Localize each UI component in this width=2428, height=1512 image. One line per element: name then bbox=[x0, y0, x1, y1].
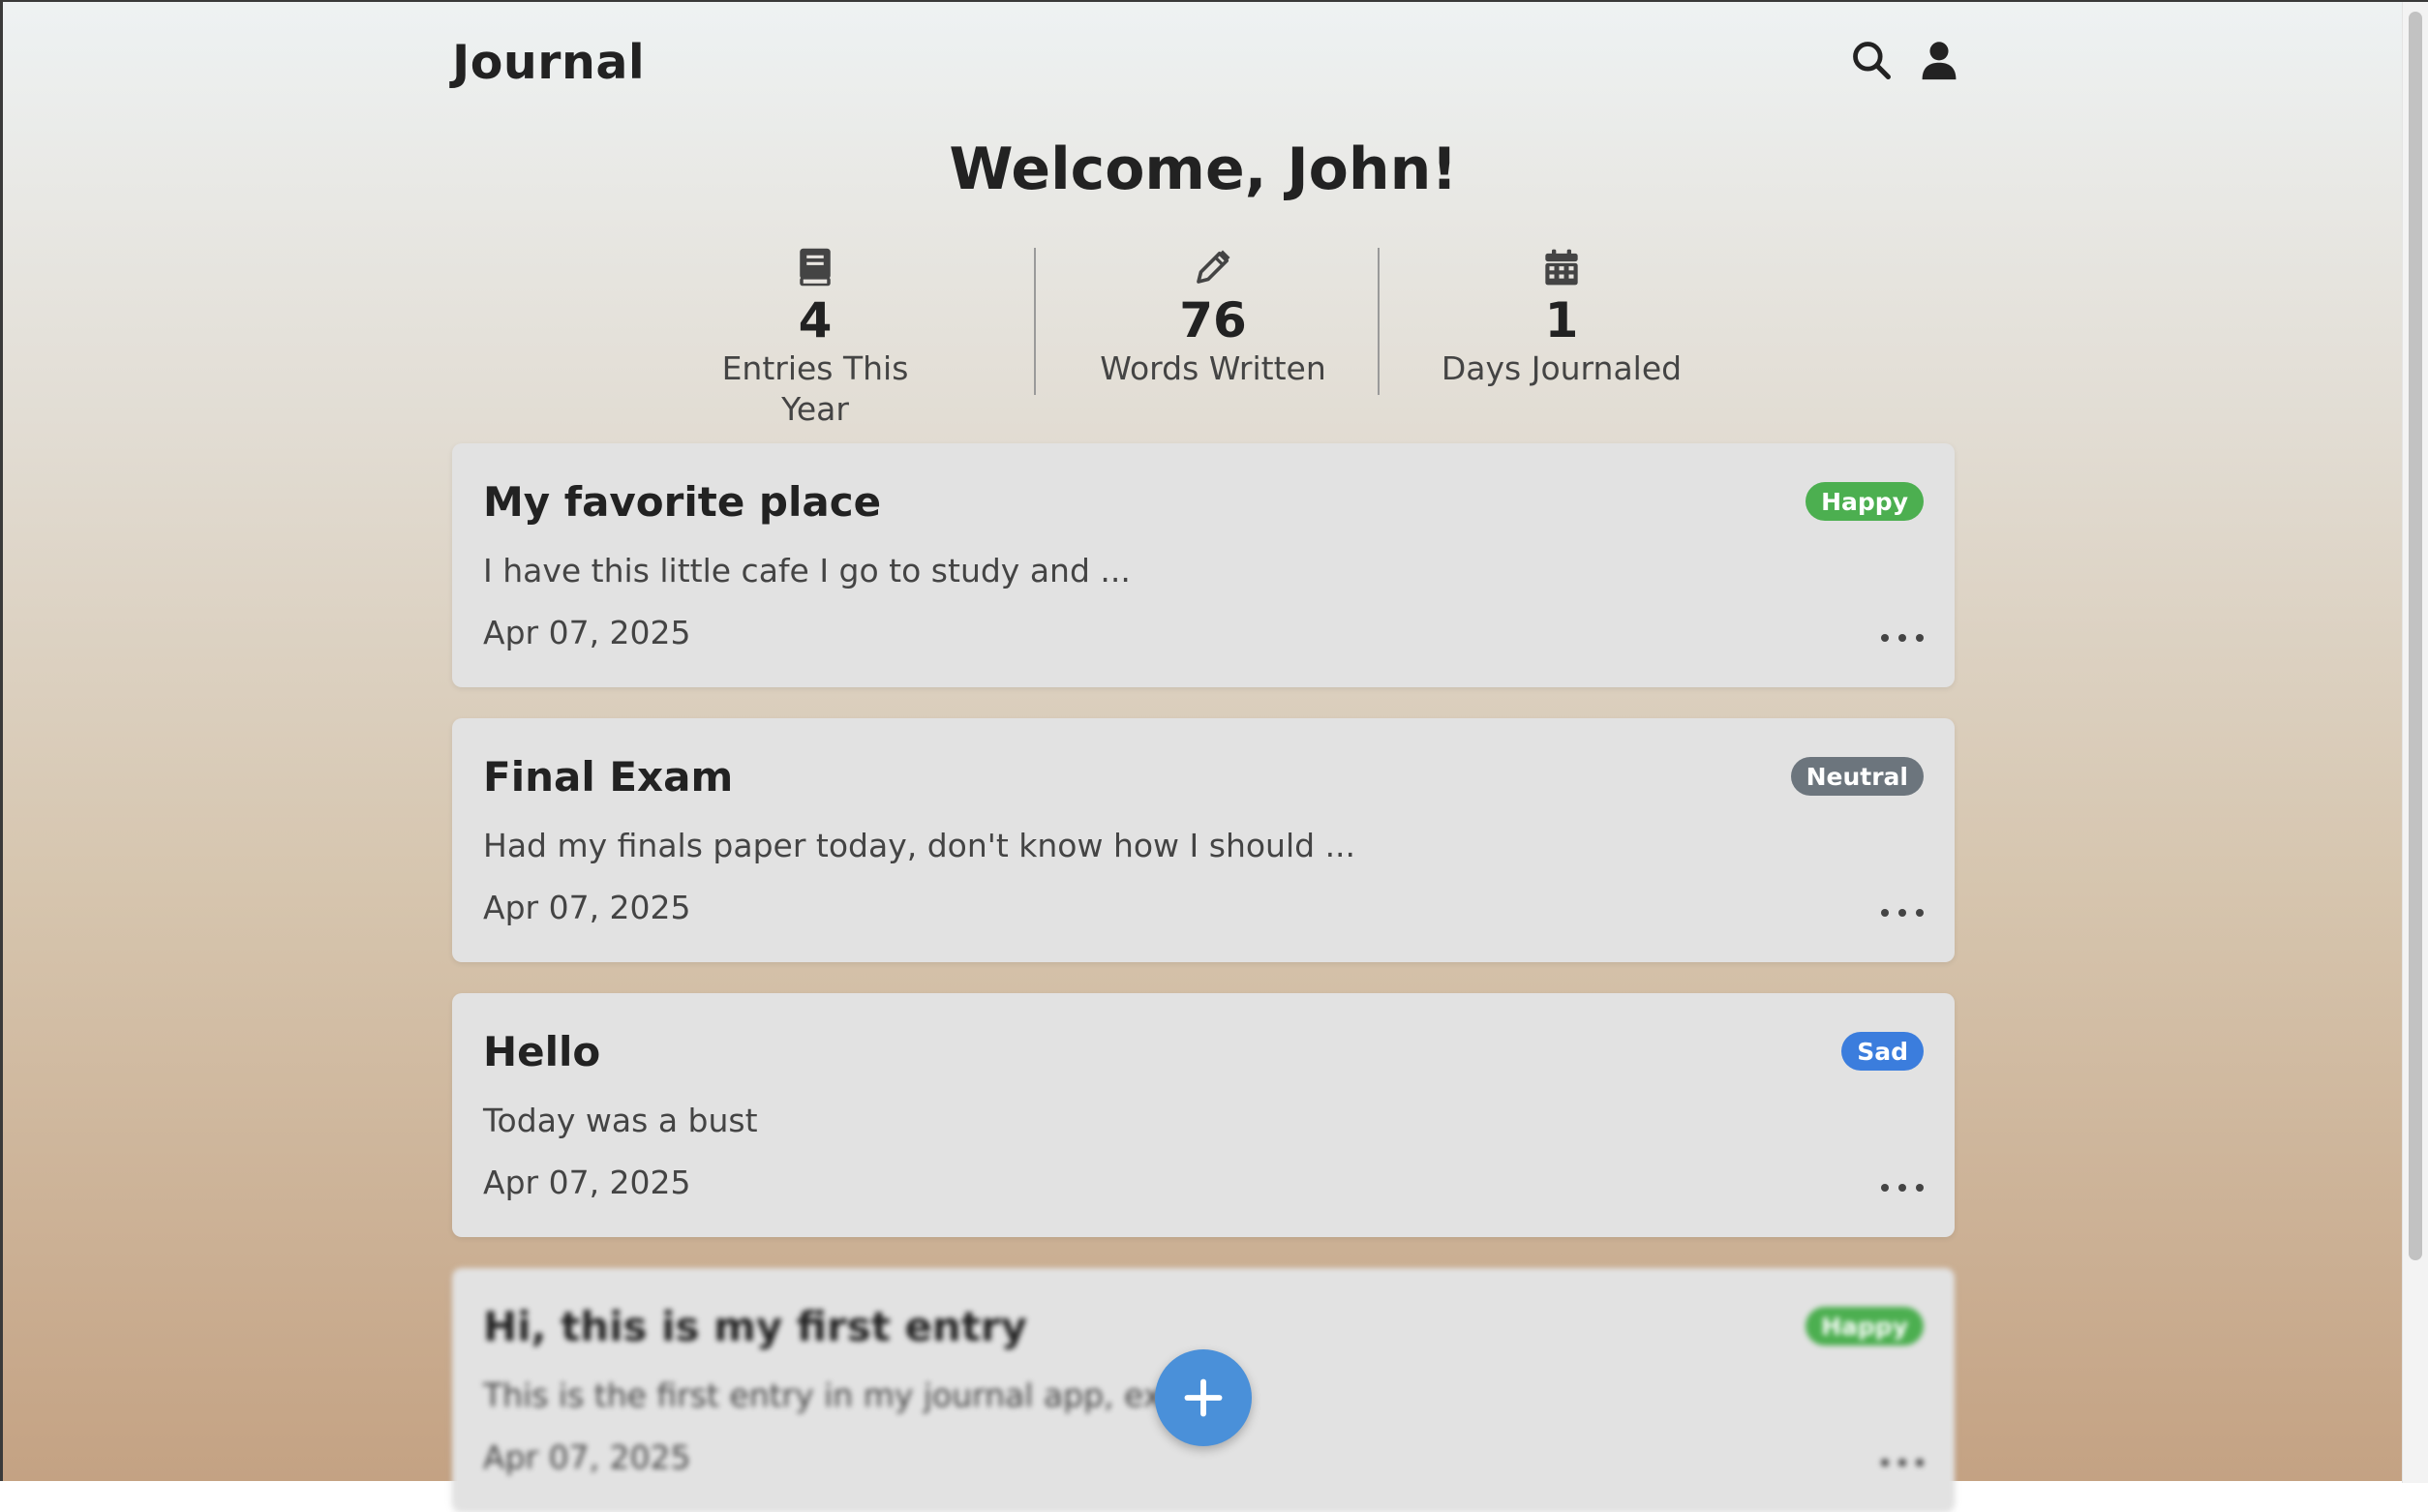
entry-preview: Today was a bust bbox=[483, 1102, 758, 1139]
app-window: Journal Welcome, John! 4 Entries This Ye… bbox=[0, 0, 2428, 1512]
divider bbox=[1034, 248, 1036, 395]
entry-preview: Had my finals paper today, don't know ho… bbox=[483, 827, 1356, 864]
entry-date: Apr 07, 2025 bbox=[483, 1438, 691, 1476]
entry-card[interactable]: My favorite place Happy I have this litt… bbox=[452, 443, 1955, 687]
entry-card[interactable]: Final Exam Neutral Had my finals paper t… bbox=[452, 718, 1955, 962]
divider bbox=[1378, 248, 1380, 395]
stat-days: 1 Days Journaled bbox=[1438, 244, 1685, 399]
scrollbar-thumb[interactable] bbox=[2409, 12, 2422, 1260]
stat-words: 76 Words Written bbox=[1095, 244, 1331, 399]
entry-date: Apr 07, 2025 bbox=[483, 1164, 691, 1201]
more-options-icon[interactable] bbox=[1881, 623, 1924, 652]
stat-entries: 4 Entries This Year bbox=[706, 244, 925, 428]
mood-badge: Happy bbox=[1806, 1307, 1924, 1346]
search-icon[interactable] bbox=[1846, 35, 1897, 85]
book-icon bbox=[706, 244, 925, 290]
mood-badge: Neutral bbox=[1790, 757, 1924, 796]
stat-value: 76 bbox=[1179, 292, 1247, 348]
app-brand[interactable]: Journal bbox=[452, 35, 645, 90]
entry-date: Apr 07, 2025 bbox=[483, 614, 691, 651]
calendar-icon bbox=[1438, 244, 1685, 290]
more-options-icon[interactable] bbox=[1881, 1173, 1924, 1202]
stat-label: Entries This Year bbox=[721, 349, 909, 428]
stat-label: Days Journaled bbox=[1441, 349, 1683, 387]
add-entry-button[interactable] bbox=[1155, 1349, 1252, 1446]
main-container: Journal Welcome, John! 4 Entries This Ye… bbox=[452, 2, 1957, 1512]
stats-row: 4 Entries This Year 76 Words Written 1 D… bbox=[452, 244, 1955, 428]
user-icon[interactable] bbox=[1914, 35, 1964, 85]
entry-preview: This is the first entry in my journal ap… bbox=[483, 1376, 1200, 1414]
mood-badge: Sad bbox=[1841, 1032, 1924, 1071]
stat-value: 1 bbox=[1544, 292, 1579, 348]
more-options-icon[interactable] bbox=[1881, 898, 1924, 927]
pencil-icon bbox=[1095, 244, 1331, 290]
stat-label: Words Written bbox=[1100, 349, 1326, 387]
mood-badge: Happy bbox=[1806, 482, 1924, 521]
entry-title: Hello bbox=[483, 1028, 601, 1075]
welcome-heading: Welcome, John! bbox=[949, 136, 1458, 203]
entry-title: Hi, this is my first entry bbox=[483, 1303, 1027, 1350]
entry-preview: I have this little cafe I go to study an… bbox=[483, 552, 1131, 590]
entry-title: My favorite place bbox=[483, 478, 882, 526]
scrollbar[interactable] bbox=[2402, 2, 2428, 1483]
entry-title: Final Exam bbox=[483, 753, 734, 801]
more-options-icon[interactable] bbox=[1881, 1448, 1924, 1477]
top-header: Journal bbox=[452, 29, 1957, 97]
stat-value: 4 bbox=[798, 292, 833, 348]
entry-date: Apr 07, 2025 bbox=[483, 889, 691, 926]
entry-card[interactable]: Hello Sad Today was a bust Apr 07, 2025 bbox=[452, 993, 1955, 1237]
plus-icon bbox=[1184, 1378, 1223, 1417]
